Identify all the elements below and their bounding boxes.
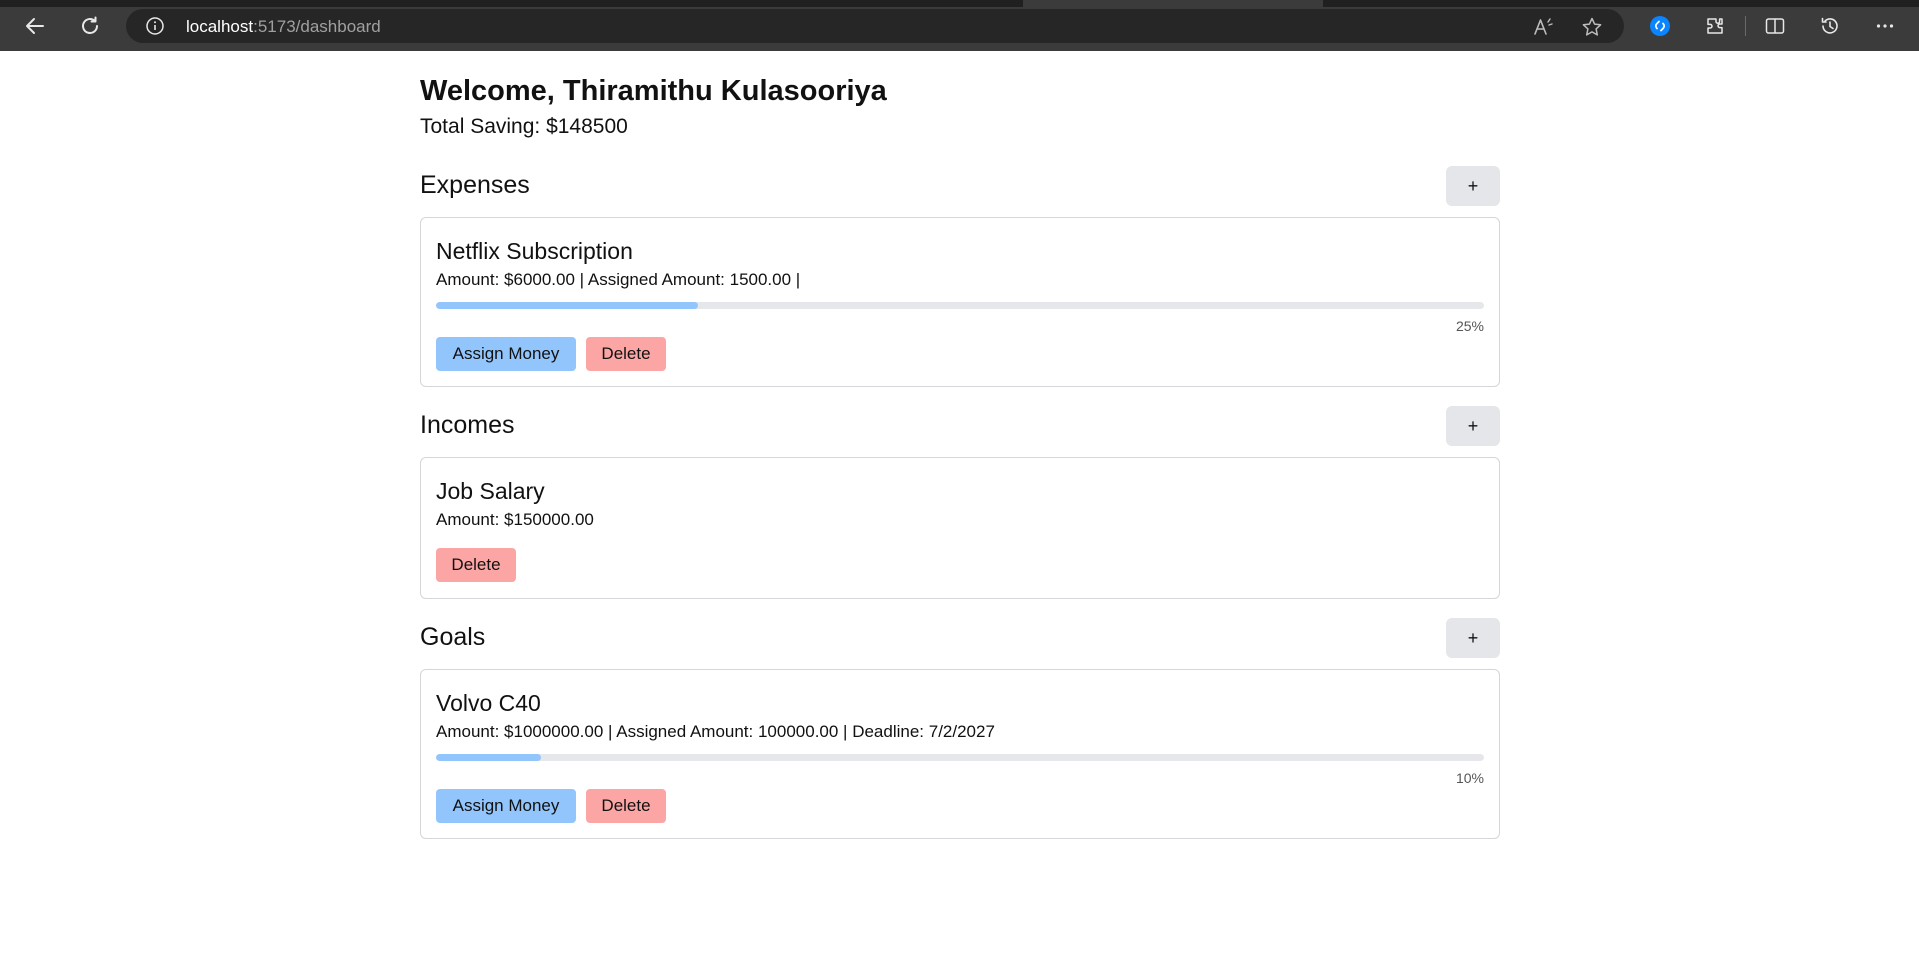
url-host: localhost (186, 17, 254, 36)
assign-money-button[interactable]: Assign Money (436, 789, 576, 823)
income-name: Job Salary (436, 478, 545, 504)
goal-details: Amount: $1000000.00 | Assigned Amount: 1… (436, 722, 995, 741)
active-tab[interactable] (1023, 0, 1323, 7)
url-text[interactable]: localhost:5173/dashboard (186, 17, 381, 37)
delete-expense-button[interactable]: Delete (586, 337, 666, 371)
add-expense-button[interactable]: + (1446, 166, 1500, 206)
goal-progress-bar (436, 754, 1484, 761)
favorite-star-icon[interactable] (1581, 16, 1603, 38)
expense-details: Amount: $6000.00 | Assigned Amount: 1500… (436, 270, 801, 289)
more-menu-icon[interactable] (1870, 11, 1900, 41)
goal-name: Volvo C40 (436, 690, 541, 716)
goal-progress-fill (436, 754, 541, 761)
goals-title: Goals (420, 623, 486, 651)
shazam-extension-icon[interactable] (1645, 11, 1675, 41)
goal-progress-label: 10% (1455, 770, 1484, 786)
reload-icon[interactable] (75, 11, 105, 41)
split-screen-icon[interactable] (1760, 11, 1790, 41)
expense-progress-label: 25% (1455, 318, 1484, 334)
history-icon[interactable] (1815, 11, 1845, 41)
assign-money-button[interactable]: Assign Money (436, 337, 576, 371)
extensions-icon[interactable] (1700, 11, 1730, 41)
expense-progress-bar (436, 302, 1484, 309)
url-path: :5173/dashboard (253, 17, 381, 36)
welcome-heading: Welcome, Thiramithu Kulasooriya (420, 75, 887, 107)
delete-income-button[interactable]: Delete (436, 548, 516, 582)
site-info-icon[interactable] (146, 17, 164, 35)
goal-card: Volvo C40 Amount: $1000000.00 | Assigned… (420, 669, 1500, 839)
expense-name: Netflix Subscription (436, 238, 633, 264)
toolbar-divider (1745, 16, 1746, 36)
total-saving: Total Saving: $148500 (420, 115, 628, 138)
expenses-title: Expenses (420, 171, 530, 199)
incomes-title: Incomes (420, 411, 515, 439)
read-aloud-icon[interactable] (1532, 16, 1554, 38)
delete-goal-button[interactable]: Delete (586, 789, 666, 823)
browser-toolbar: localhost:5173/dashboard (0, 0, 1919, 51)
income-details: Amount: $150000.00 (436, 510, 594, 529)
income-card: Job Salary Amount: $150000.00 Delete (420, 457, 1500, 599)
tab-strip (0, 0, 1919, 7)
address-bar[interactable]: localhost:5173/dashboard (126, 9, 1624, 43)
expense-progress-fill (436, 302, 698, 309)
add-goal-button[interactable]: + (1446, 618, 1500, 658)
add-income-button[interactable]: + (1446, 406, 1500, 446)
back-icon[interactable] (20, 11, 50, 41)
expense-card: Netflix Subscription Amount: $6000.00 | … (420, 217, 1500, 387)
